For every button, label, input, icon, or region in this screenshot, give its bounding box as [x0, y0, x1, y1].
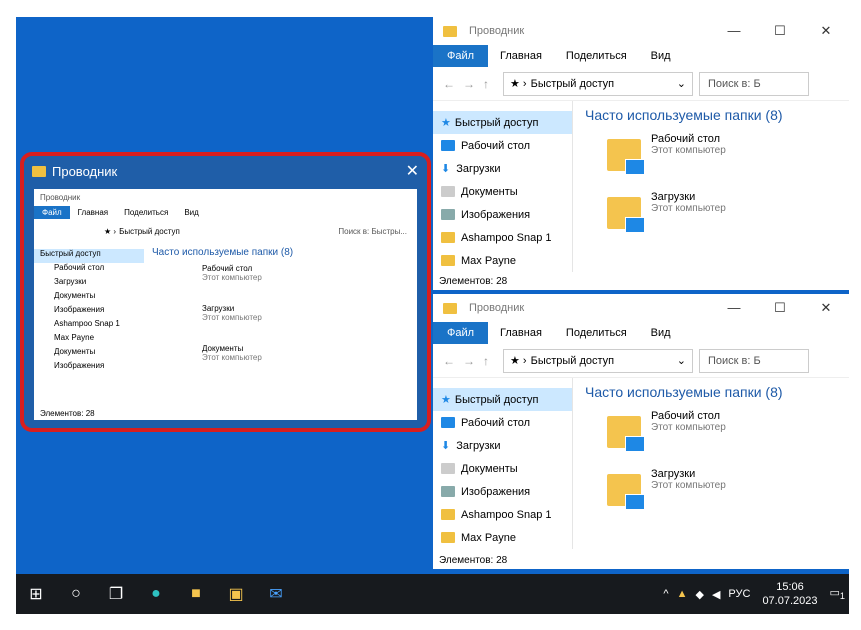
sidebar: ★ Быстрый доступ Рабочий стол ⬇ Загрузки Д…: [433, 378, 573, 549]
notification-icon[interactable]: ▭1: [830, 586, 846, 601]
folder-icon: [607, 474, 645, 510]
language-indicator[interactable]: РУС: [728, 588, 750, 600]
nav-arrows[interactable]: ←→↑: [443, 77, 497, 91]
folder-icon: [607, 139, 645, 175]
sidebar-item[interactable]: Рабочий стол: [433, 411, 572, 434]
sidebar: ★ Быстрый доступ Рабочий стол ⬇ Загрузки Д…: [433, 101, 573, 272]
sidebar-item[interactable]: Документы: [433, 180, 572, 203]
desktop: Проводник — ☐ ✕ Файл Главная Поделиться Вид ←…: [16, 17, 849, 614]
maximize-button[interactable]: ☐: [757, 23, 803, 39]
sidebar-item[interactable]: Изображения: [433, 203, 572, 226]
tab-share[interactable]: Поделиться: [554, 50, 639, 62]
sidebar-item[interactable]: Изображения: [433, 480, 572, 503]
search-input[interactable]: Поиск в: Б: [699, 348, 809, 373]
status-bar: Элементов: 28: [439, 275, 508, 287]
title-bar[interactable]: Проводник — ☐ ✕: [433, 17, 849, 45]
minimize-button[interactable]: —: [711, 300, 757, 316]
close-button[interactable]: ✕: [803, 300, 849, 316]
explorer-window-top[interactable]: Проводник — ☐ ✕ Файл Главная Поделиться Вид ←…: [433, 17, 849, 290]
mail-icon[interactable]: ✉: [256, 574, 296, 614]
window-title: Проводник: [469, 302, 525, 314]
chevron-up-icon[interactable]: ^: [663, 588, 668, 600]
sidebar-item[interactable]: Max Payne: [433, 249, 572, 272]
tab-share[interactable]: Поделиться: [554, 327, 639, 339]
folder-icon: [443, 302, 457, 314]
group-header[interactable]: Часто используемые папки (8): [585, 107, 837, 123]
title-bar[interactable]: Проводник — ☐ ✕: [433, 294, 849, 322]
sidebar-item-quick-access[interactable]: ★ Быстрый доступ: [433, 388, 572, 411]
task-view-icon[interactable]: ❐: [96, 574, 136, 614]
start-button[interactable]: ⊞: [16, 574, 56, 614]
folder-icon: [32, 165, 46, 177]
folder-icon: [607, 416, 645, 452]
explorer-window-bottom[interactable]: Проводник — ☐ ✕ Файл Главная Поделиться Вид ←…: [433, 294, 849, 569]
folder-icon: [607, 197, 645, 233]
sidebar-item[interactable]: Рабочий стол: [433, 134, 572, 157]
address-bar[interactable]: ★ › Быстрый доступ ⌄: [503, 348, 693, 373]
window-title: Проводник: [469, 25, 525, 37]
tab-home[interactable]: Главная: [488, 327, 554, 339]
preview-title: Проводник: [52, 163, 118, 179]
address-bar[interactable]: ★ › Быстрый доступ ⌄: [503, 71, 693, 96]
sidebar-item[interactable]: ⬇ Загрузки: [433, 157, 572, 180]
sidebar-item[interactable]: Документы: [433, 457, 572, 480]
volume-icon[interactable]: ◀: [712, 588, 720, 601]
close-icon[interactable]: ✕: [406, 161, 419, 181]
preview-content: Проводник Файл Главная Поделиться Вид ★ › Б…: [34, 189, 417, 420]
group-header[interactable]: Часто используемые папки (8): [585, 384, 837, 400]
maximize-button[interactable]: ☐: [757, 300, 803, 316]
taskbar: ⊞ ○ ❐ ● ■ ▣ ✉ ^ ▲ ◆ ◀ РУС 15:06 07.07.202…: [16, 574, 849, 614]
tab-file[interactable]: Файл: [433, 322, 489, 344]
search-input[interactable]: Поиск в: Б: [699, 71, 809, 96]
folder-item[interactable]: Рабочий стол Этот компьютер: [585, 410, 837, 468]
minimize-button[interactable]: —: [711, 23, 757, 39]
taskbar-preview-window[interactable]: Проводник ✕ Проводник Файл Главная Поделить…: [20, 152, 431, 432]
folder-item[interactable]: Загрузки Этот компьютер: [585, 191, 837, 249]
nav-arrows[interactable]: ←→↑: [443, 354, 497, 368]
network-icon[interactable]: ◆: [695, 588, 703, 601]
tab-file[interactable]: Файл: [433, 45, 489, 67]
search-icon[interactable]: ○: [56, 574, 96, 614]
sidebar-item-quick-access[interactable]: ★ Быстрый доступ: [433, 111, 572, 134]
tab-view[interactable]: Вид: [639, 50, 683, 62]
folder-item[interactable]: Рабочий стол Этот компьютер: [585, 133, 837, 191]
status-bar: Элементов: 28: [439, 554, 508, 566]
edge-icon[interactable]: ●: [136, 574, 176, 614]
explorer-icon[interactable]: ■: [176, 574, 216, 614]
sidebar-item[interactable]: ⬇ Загрузки: [433, 434, 572, 457]
folder-icon: [443, 25, 457, 37]
folder-item[interactable]: Загрузки Этот компьютер: [585, 468, 837, 526]
sidebar-item[interactable]: Ashampoo Snap 1: [433, 503, 572, 526]
sidebar-item[interactable]: Ashampoo Snap 1: [433, 226, 572, 249]
tab-home[interactable]: Главная: [488, 50, 554, 62]
lock-icon[interactable]: ▲: [677, 588, 688, 600]
sidebar-item[interactable]: Max Payne: [433, 526, 572, 549]
clock[interactable]: 15:06 07.07.2023: [762, 580, 817, 608]
tab-view[interactable]: Вид: [639, 327, 683, 339]
store-icon[interactable]: ▣: [216, 574, 256, 614]
close-button[interactable]: ✕: [803, 23, 849, 39]
system-tray: ^ ▲ ◆ ◀ РУС 15:06 07.07.2023 ▭1: [659, 574, 849, 614]
